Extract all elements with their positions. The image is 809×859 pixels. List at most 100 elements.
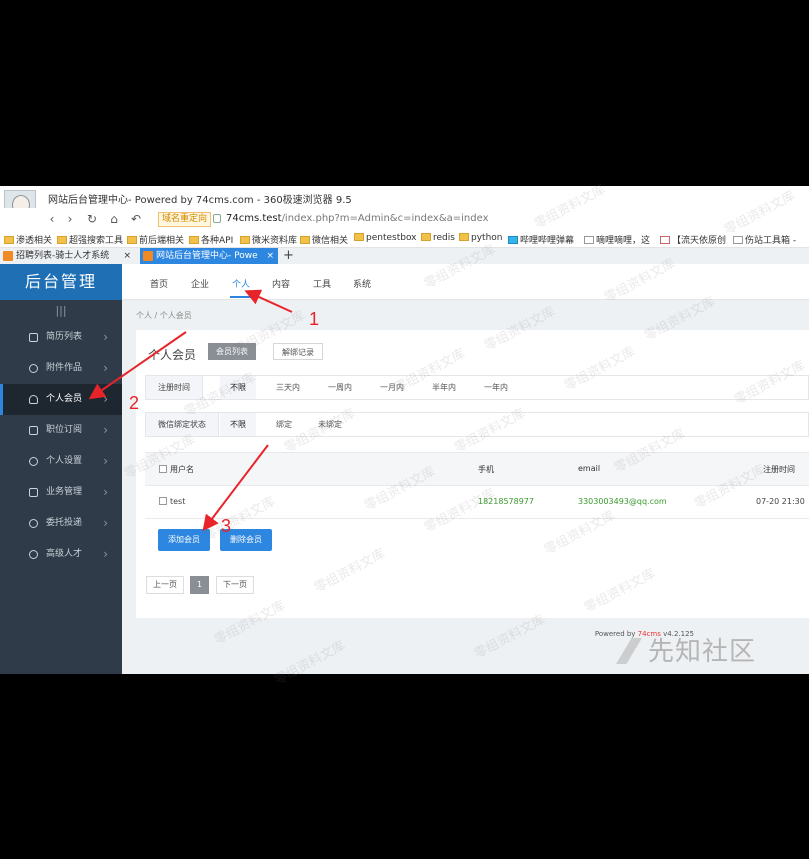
site-watermark-logo: 先知社区 — [620, 634, 800, 670]
folder-icon — [189, 236, 199, 244]
badge-icon — [29, 550, 38, 559]
sidebar-item-talent[interactable]: 高级人才 › — [0, 539, 122, 570]
filter-option[interactable]: 绑定 — [276, 413, 292, 436]
undo-icon[interactable]: ↶ — [128, 212, 144, 226]
site-favicon — [143, 251, 153, 261]
back-icon[interactable]: ‹ — [44, 212, 60, 226]
filter-option[interactable]: 不限 — [220, 413, 256, 436]
annotation-number-2: 2 — [129, 393, 140, 413]
cell-reg-time: 07-20 21:30 — [756, 497, 805, 506]
bookmark-item[interactable]: 渗透相关 — [4, 233, 52, 246]
address-bar[interactable]: 74cms.test/index.php?m=Admin&c=index&a=i… — [226, 213, 489, 224]
cell-username: test — [159, 497, 185, 506]
chevron-right-icon: › — [103, 392, 108, 406]
tab-admin-center[interactable]: 网站后台管理中心- Powe × — [140, 248, 278, 264]
topnav-tools[interactable]: 工具 — [313, 277, 331, 290]
bookmark-item[interactable]: 哔哩哔哩弹幕 — [508, 233, 574, 246]
topnav-company[interactable]: 企业 — [191, 277, 209, 290]
sidebar-item-subscriptions[interactable]: 职位订阅 › — [0, 415, 122, 446]
col-phone: 手机 — [478, 465, 494, 474]
paperclip-icon — [29, 364, 38, 373]
forward-icon[interactable]: › — [62, 212, 78, 226]
tab-unbind-log[interactable]: 解绑记录 — [273, 343, 323, 360]
person-icon — [29, 395, 38, 404]
top-nav: 首页 企业 个人 内容 工具 系统 — [122, 264, 809, 300]
breadcrumb: 个人 / 个人会员 — [136, 311, 192, 320]
reload-icon[interactable]: ↻ — [84, 212, 100, 226]
folder-icon — [354, 233, 364, 241]
site-favicon — [3, 251, 13, 261]
row-checkbox[interactable] — [159, 497, 167, 505]
bookmark-item[interactable]: 前后端相关 — [127, 233, 184, 246]
sidebar-item-business[interactable]: 业务管理 › — [0, 477, 122, 508]
new-tab-button[interactable]: + — [283, 248, 294, 263]
folder-icon — [127, 236, 137, 244]
filter-register-time: 注册时间 不限 三天内 一周内 一月内 半年内 一年内 — [145, 375, 809, 400]
topnav-content[interactable]: 内容 — [272, 277, 290, 290]
bookmark-item[interactable]: pentestbox — [354, 233, 417, 243]
lock-icon — [213, 214, 221, 223]
bilibili-icon — [508, 236, 518, 244]
chevron-right-icon: › — [103, 361, 108, 375]
sidebar-item-settings[interactable]: 个人设置 › — [0, 446, 122, 477]
filter-wechat-bind: 微信绑定状态 不限 绑定 未绑定 — [145, 412, 809, 437]
folder-icon — [57, 236, 67, 244]
chevron-right-icon: › — [103, 516, 108, 530]
chevron-right-icon: › — [103, 454, 108, 468]
folder-icon — [240, 236, 250, 244]
url-host: 74cms.test — [226, 213, 282, 224]
home-icon[interactable]: ⌂ — [106, 212, 122, 226]
bookmark-item[interactable]: 【流天依原创 — [660, 233, 726, 246]
folder-icon — [300, 236, 310, 244]
sidebar-item-members[interactable]: 个人会员 › — [0, 384, 122, 415]
members-panel: 个人会员 会员列表 解绑记录 注册时间 不限 三天内 一周内 一月内 半年内 一… — [136, 330, 809, 618]
topnav-personal[interactable]: 个人 — [229, 277, 253, 298]
rss-icon — [29, 426, 38, 435]
cell-email[interactable]: 3303003493@qq.com — [578, 497, 667, 506]
bookmark-item[interactable]: redis — [421, 233, 455, 243]
folder-icon — [4, 236, 14, 244]
bookmark-item[interactable]: 各种API — [189, 233, 233, 246]
tab-jobs-list[interactable]: 招聘列表-骑士人才系统 × — [0, 248, 135, 264]
send-icon — [29, 519, 38, 528]
redirect-badge[interactable]: 域名重定向 — [158, 212, 212, 227]
sidebar-item-delegation[interactable]: 委托投递 › — [0, 508, 122, 539]
admin-app: 后台管理 ||| 简历列表 › 附件作品 › 个人会员 › 职位订阅 › 个人设… — [0, 264, 809, 674]
col-email: email — [578, 464, 601, 473]
bookmark-item[interactable]: 伤站工具箱 - — [733, 233, 796, 246]
prev-page-button[interactable]: 上一页 — [146, 576, 184, 594]
add-member-button[interactable]: 添加会员 — [158, 529, 210, 551]
table-row[interactable]: test 18218578977 3303003493@qq.com 07-20… — [145, 486, 809, 519]
bookmark-item[interactable]: 微米资料库 — [240, 233, 297, 246]
bookmark-item[interactable]: 超强搜索工具 — [57, 233, 123, 246]
filter-option[interactable]: 半年内 — [432, 376, 456, 399]
next-page-button[interactable]: 下一页 — [216, 576, 254, 594]
bookmark-item[interactable]: python — [459, 233, 502, 243]
close-tab-icon[interactable]: × — [266, 248, 274, 264]
annotation-number-1: 1 — [309, 309, 320, 329]
resume-icon — [29, 333, 38, 342]
topnav-system[interactable]: 系统 — [353, 277, 371, 290]
filter-option[interactable]: 一月内 — [380, 376, 404, 399]
tab-member-list[interactable]: 会员列表 — [208, 343, 256, 360]
page-title: 个人会员 — [148, 348, 197, 362]
filter-option[interactable]: 一周内 — [328, 376, 352, 399]
filter-option[interactable]: 三天内 — [276, 376, 300, 399]
topnav-home[interactable]: 首页 — [150, 277, 168, 290]
filter-option[interactable]: 一年内 — [484, 376, 508, 399]
filter-label: 微信绑定状态 — [146, 413, 219, 436]
tab-bar: 招聘列表-骑士人才系统 × 网站后台管理中心- Powe × + — [0, 248, 809, 264]
sidebar-item-resumes[interactable]: 简历列表 › — [0, 322, 122, 353]
bookmark-item[interactable]: 微信相关 — [300, 233, 348, 246]
close-tab-icon[interactable]: × — [123, 248, 131, 264]
select-all-checkbox[interactable] — [159, 465, 167, 473]
filter-option[interactable]: 未绑定 — [318, 413, 342, 436]
screenshot: 网站后台管理中心- Powered by 74cms.com - 360极速浏览… — [0, 186, 809, 674]
window-titlebar: 网站后台管理中心- Powered by 74cms.com - 360极速浏览… — [0, 186, 809, 224]
current-page[interactable]: 1 — [190, 576, 210, 594]
sidebar-item-attachments[interactable]: 附件作品 › — [0, 353, 122, 384]
bookmark-item[interactable]: 嘀哩嘀哩，这 — [584, 233, 650, 246]
chevron-right-icon: › — [103, 485, 108, 499]
collapse-menu-icon[interactable]: ||| — [0, 300, 122, 322]
filter-option[interactable]: 不限 — [220, 376, 256, 399]
